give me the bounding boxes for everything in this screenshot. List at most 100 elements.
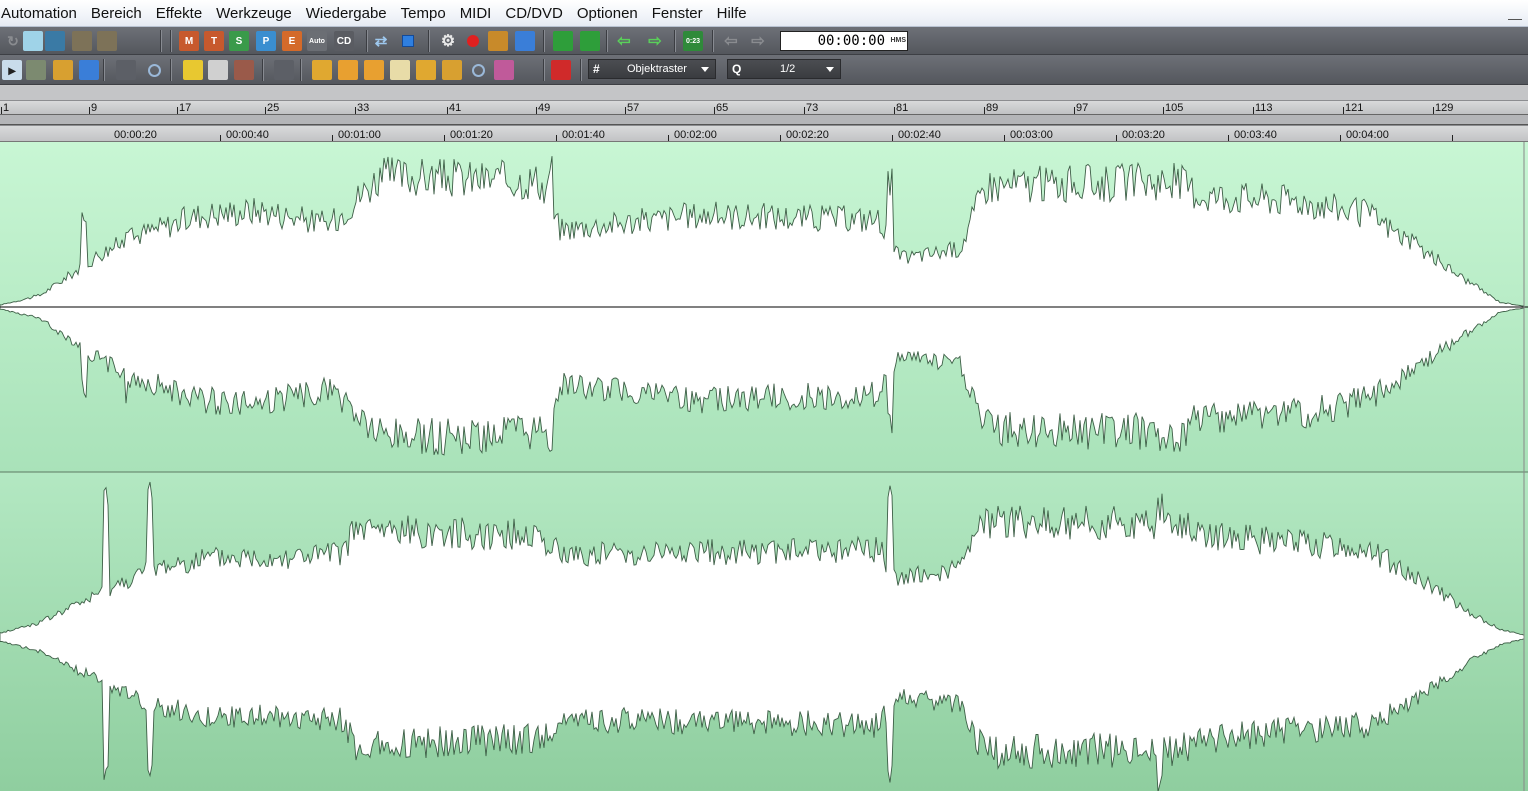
minimize-icon[interactable]: [1508, 4, 1522, 20]
multi-track-tool-icon[interactable]: [26, 60, 46, 80]
snap-dropdown[interactable]: # Objektraster: [588, 59, 716, 79]
brush-tool-icon[interactable]: [208, 60, 228, 80]
snap-dropdown-label: Objektraster: [627, 63, 687, 75]
bar-ruler-tick: [1074, 107, 1075, 114]
equalizer-icon[interactable]: [515, 31, 535, 51]
menu-hilfe[interactable]: Hilfe: [710, 0, 754, 27]
bar-ruler-label: 129: [1435, 102, 1454, 114]
scrub-tool-icon[interactable]: [274, 60, 294, 80]
crossfade-icon[interactable]: [23, 31, 43, 51]
undo-icon[interactable]: ↻: [3, 31, 23, 51]
chevron-down-icon: [701, 67, 709, 72]
menu-automation[interactable]: Automation: [0, 0, 84, 27]
nav-back-icon[interactable]: ⇦: [721, 31, 741, 51]
cd-icon[interactable]: CD: [334, 31, 354, 51]
menu-cd-dvd[interactable]: CD/DVD: [498, 0, 570, 27]
object-icon[interactable]: [338, 60, 358, 80]
cut-tool-icon[interactable]: [116, 60, 136, 80]
auto-marker-icon[interactable]: Auto: [307, 31, 327, 51]
time-display-value: 00:00:00: [817, 33, 885, 49]
bar-ruler-label: 57: [627, 102, 640, 114]
grid-view-icon[interactable]: [72, 31, 92, 51]
time-display-unit: HMS: [890, 37, 906, 44]
lock-icon[interactable]: [312, 60, 332, 80]
nav-forward-icon[interactable]: ⇨: [748, 31, 768, 51]
toolbar-separator: [160, 30, 162, 52]
eraser-tool-icon[interactable]: [234, 60, 254, 80]
magnet-icon[interactable]: [551, 60, 571, 80]
bar-ruler[interactable]: 1 9 17 25 33 41 49 57 65 73 81 89 97 105 113 121 129: [0, 100, 1528, 114]
time-ruler-tick: [220, 135, 221, 141]
list-view-icon[interactable]: [97, 31, 117, 51]
time-ruler-label: 00:02:40: [898, 129, 941, 141]
time-ruler-label: 00:03:20: [1122, 129, 1165, 141]
zoom-tool-icon[interactable]: [144, 60, 164, 80]
menu-optionen[interactable]: Optionen: [570, 0, 645, 27]
toolbar-separator: [543, 59, 545, 81]
waveform-track[interactable]: [0, 142, 1528, 791]
bar-ruler-tick: [1163, 107, 1164, 114]
bar-ruler-tick: [89, 107, 90, 114]
counter-icon[interactable]: 0:23: [683, 31, 703, 51]
time-ruler-label: 00:00:40: [226, 129, 269, 141]
arrow-left-icon[interactable]: ⇦: [614, 31, 634, 51]
marker-p-icon[interactable]: P: [256, 31, 276, 51]
bar-ruler-tick: [447, 107, 448, 114]
time-ruler-tick: [1004, 135, 1005, 141]
quantize-dropdown-value: 1/2: [780, 63, 796, 75]
record-icon[interactable]: [463, 31, 483, 51]
quantize-dropdown[interactable]: Q 1/2: [727, 59, 841, 79]
loop-icon[interactable]: ⇄: [371, 31, 391, 51]
time-ruler-label: 00:04:00: [1346, 129, 1389, 141]
mixer-icon[interactable]: [488, 31, 508, 51]
menu-fenster[interactable]: Fenster: [645, 0, 710, 27]
time-ruler-label: 00:03:00: [1010, 129, 1053, 141]
pencil-tool-icon[interactable]: [183, 60, 203, 80]
time-ruler-label: 00:01:20: [450, 129, 493, 141]
toolbar-separator: [170, 30, 172, 52]
range-tool-icon[interactable]: [53, 60, 73, 80]
bar-ruler-label: 97: [1076, 102, 1089, 114]
bar-ruler-label: 49: [538, 102, 551, 114]
menu-bereich[interactable]: Bereich: [84, 0, 149, 27]
trim-icon[interactable]: [416, 60, 436, 80]
bar-ruler-label: 65: [716, 102, 729, 114]
time-ruler-tick: [780, 135, 781, 141]
flag-end-icon[interactable]: [580, 31, 600, 51]
menu-wiedergabe[interactable]: Wiedergabe: [299, 0, 394, 27]
menu-effekte[interactable]: Effekte: [149, 0, 209, 27]
time-ruler-label: 00:02:00: [674, 129, 717, 141]
marker-m-icon[interactable]: M: [179, 31, 199, 51]
bar-ruler-label: 113: [1255, 102, 1273, 114]
magnifier-icon[interactable]: [468, 60, 488, 80]
snap-icon[interactable]: [390, 60, 410, 80]
menu-midi[interactable]: MIDI: [453, 0, 499, 27]
arrow-right-icon[interactable]: ⇨: [645, 31, 665, 51]
menu-tempo[interactable]: Tempo: [394, 0, 453, 27]
stop-icon[interactable]: [398, 31, 418, 51]
toolbar-separator: [262, 59, 264, 81]
toolbar-separator: [428, 30, 430, 52]
shuffle-icon[interactable]: [45, 31, 65, 51]
bar-ruler-tick: [355, 107, 356, 114]
marker-e-icon[interactable]: E: [282, 31, 302, 51]
pointer-tool-icon[interactable]: ▸: [2, 60, 22, 80]
time-ruler-label: 00:01:40: [562, 129, 605, 141]
curve-tool-icon[interactable]: [79, 60, 99, 80]
toolbar-tools: ▸ # Objektraster Q 1/2: [0, 55, 1528, 85]
time-display[interactable]: 00:00:00 HMS: [780, 31, 908, 51]
waveform-display[interactable]: [0, 142, 1528, 791]
marker-t-icon[interactable]: T: [204, 31, 224, 51]
toolbar-separator: [606, 30, 608, 52]
time-ruler-tick: [668, 135, 669, 141]
time-ruler[interactable]: 00:00:20 00:00:40 00:01:00 00:01:20 00:01:40…: [0, 125, 1528, 142]
menu-werkzeuge[interactable]: Werkzeuge: [209, 0, 299, 27]
paint-icon[interactable]: [494, 60, 514, 80]
settings-gear-icon[interactable]: ⚙: [438, 31, 458, 51]
flag-start-icon[interactable]: [553, 31, 573, 51]
envelope-icon[interactable]: [364, 60, 384, 80]
bar-ruler-label: 17: [179, 102, 192, 114]
toolbar-main: ↻ M T S P E Auto CD ⇄ ⚙ ⇦ ⇨ 0:23 ⇦ ⇨ 00:00:00 HMS: [0, 27, 1528, 55]
stack-icon[interactable]: [442, 60, 462, 80]
marker-s-icon[interactable]: S: [229, 31, 249, 51]
